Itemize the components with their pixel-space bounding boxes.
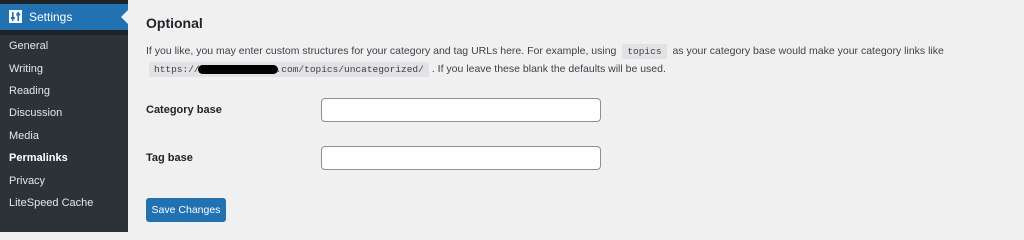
sidebar-item-settings[interactable]: Settings <box>0 4 128 30</box>
sidebar-item-media[interactable]: Media <box>9 130 39 143</box>
sidebar-item-permalinks[interactable]: Permalinks <box>9 152 68 165</box>
save-changes-button[interactable]: Save Changes <box>146 198 226 222</box>
settings-submenu: General Writing Reading Discussion Media… <box>0 35 128 232</box>
settings-sliders-icon <box>9 10 22 23</box>
admin-sidebar: Settings General Writing Reading Discuss… <box>0 0 128 232</box>
sidebar-item-discussion[interactable]: Discussion <box>9 107 62 120</box>
section-description-continued: https:// .com/topics/uncategorized/ . If y… <box>146 62 666 77</box>
example-code-topics: topics <box>622 44 667 59</box>
sidebar-item-writing[interactable]: Writing <box>9 63 43 76</box>
sidebar-item-litespeed-cache[interactable]: LiteSpeed Cache <box>9 197 93 210</box>
description-text: If you like, you may enter custom struct… <box>146 45 617 57</box>
url-end: .com/topics/uncategorized/ <box>275 64 424 75</box>
url-start: https:// <box>154 64 200 75</box>
category-base-input[interactable] <box>321 98 601 122</box>
sidebar-item-label: Settings <box>29 10 73 24</box>
description-text: . If you leave these blank the defaults … <box>431 63 666 75</box>
tag-base-label: Tag base <box>146 152 193 164</box>
example-code-url: https:// .com/topics/uncategorized/ <box>149 62 429 77</box>
sidebar-item-general[interactable]: General <box>9 40 48 53</box>
section-description: If you like, you may enter custom struct… <box>146 44 944 59</box>
category-base-label: Category base <box>146 104 222 116</box>
section-title: Optional <box>146 15 203 31</box>
redaction-mark <box>197 64 278 74</box>
tag-base-input[interactable] <box>321 146 601 170</box>
sidebar-item-reading[interactable]: Reading <box>9 85 50 98</box>
sidebar-item-privacy[interactable]: Privacy <box>9 175 45 188</box>
description-text: as your category base would make your ca… <box>672 45 944 57</box>
